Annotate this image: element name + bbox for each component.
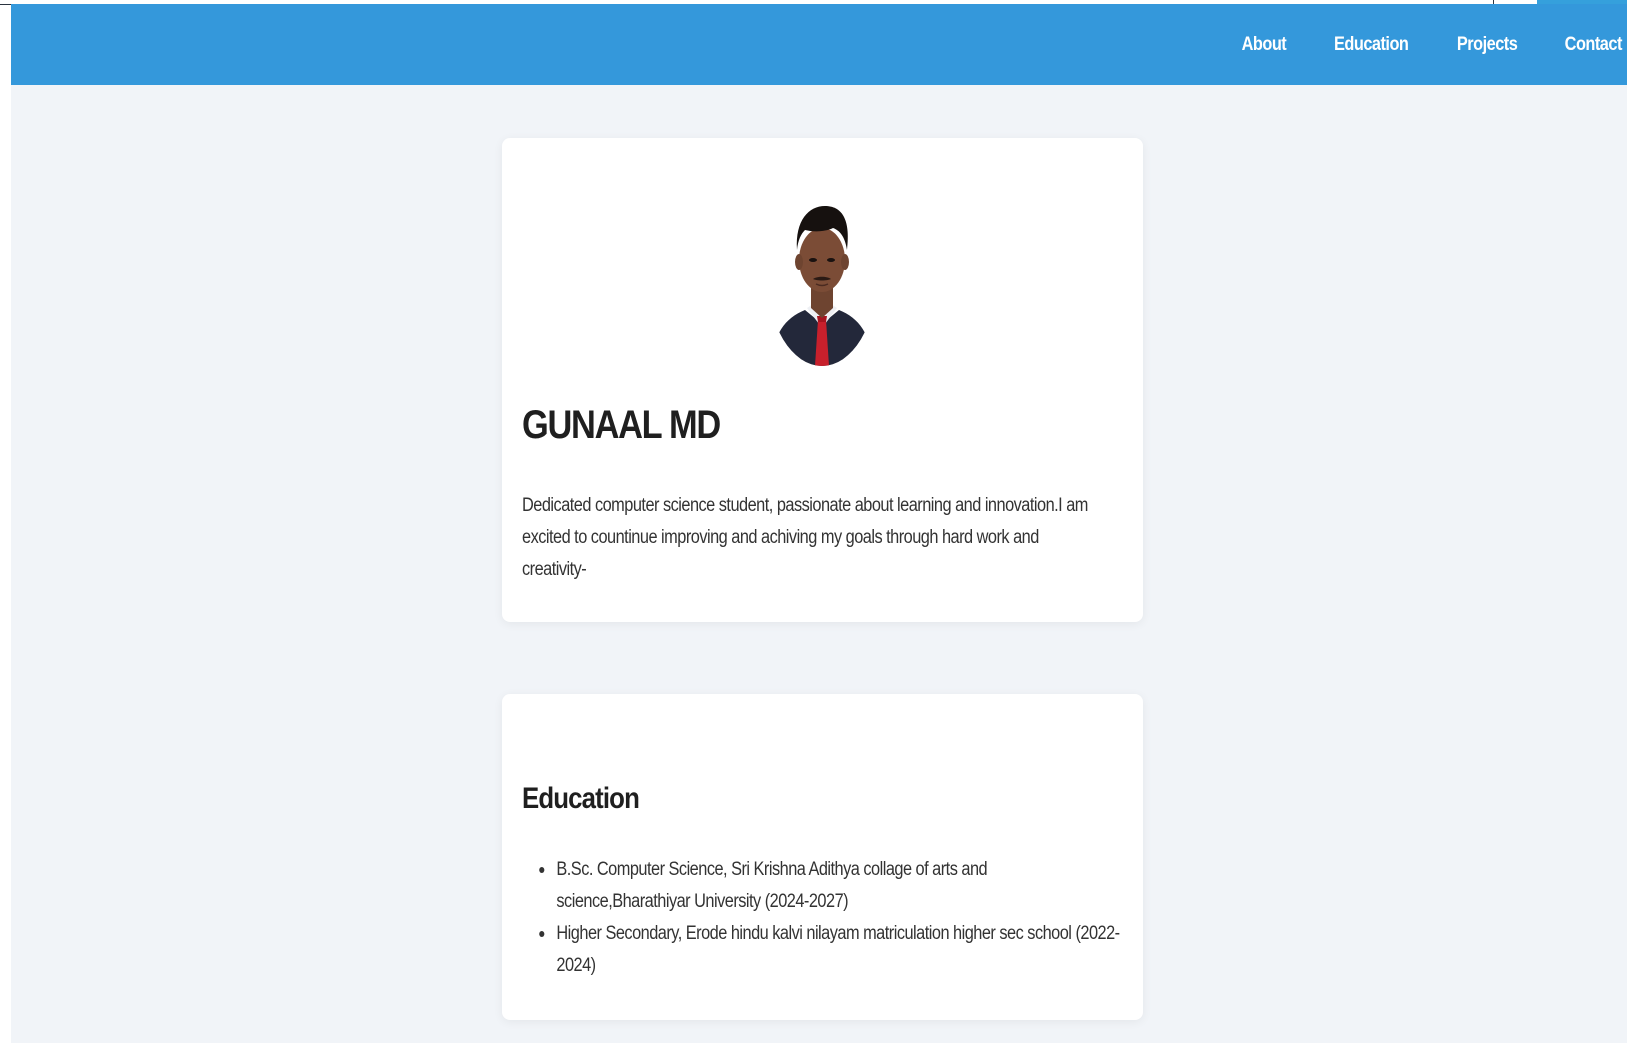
nav-links: About Education Projects Contact [1238, 4, 1627, 85]
education-item: Higher Secondary, Erode hindu kalvi nila… [522, 918, 1124, 982]
education-item-text: Higher Secondary, Erode hindu kalvi nila… [556, 923, 1120, 976]
bullet-icon [539, 931, 545, 937]
nav-link-contact[interactable]: Contact [1565, 34, 1623, 56]
education-card: Education B.Sc. Computer Science, Sri Kr… [502, 694, 1143, 1020]
nav-link-education[interactable]: Education [1334, 34, 1409, 56]
profile-bio: Dedicated computer science student, pass… [522, 495, 1088, 580]
education-heading: Education [522, 782, 640, 815]
profile-photo [767, 184, 877, 366]
education-item: B.Sc. Computer Science, Sri Krishna Adit… [522, 854, 1124, 918]
viewport: About Education Projects Contact GUNAAL … [11, 4, 1627, 1043]
nav-link-projects[interactable]: Projects [1457, 34, 1518, 56]
about-card: GUNAAL MD Dedicated computer science stu… [502, 138, 1143, 622]
profile-photo-portrait [767, 184, 877, 366]
profile-name: GUNAAL MD [522, 403, 721, 447]
page: About Education Projects Contact GUNAAL … [0, 0, 1627, 1043]
nav-link-about[interactable]: About [1242, 34, 1287, 56]
bullet-icon [539, 867, 545, 873]
education-item-text: B.Sc. Computer Science, Sri Krishna Adit… [556, 859, 988, 912]
navbar: About Education Projects Contact [11, 4, 1627, 85]
education-list: B.Sc. Computer Science, Sri Krishna Adit… [522, 854, 1124, 982]
